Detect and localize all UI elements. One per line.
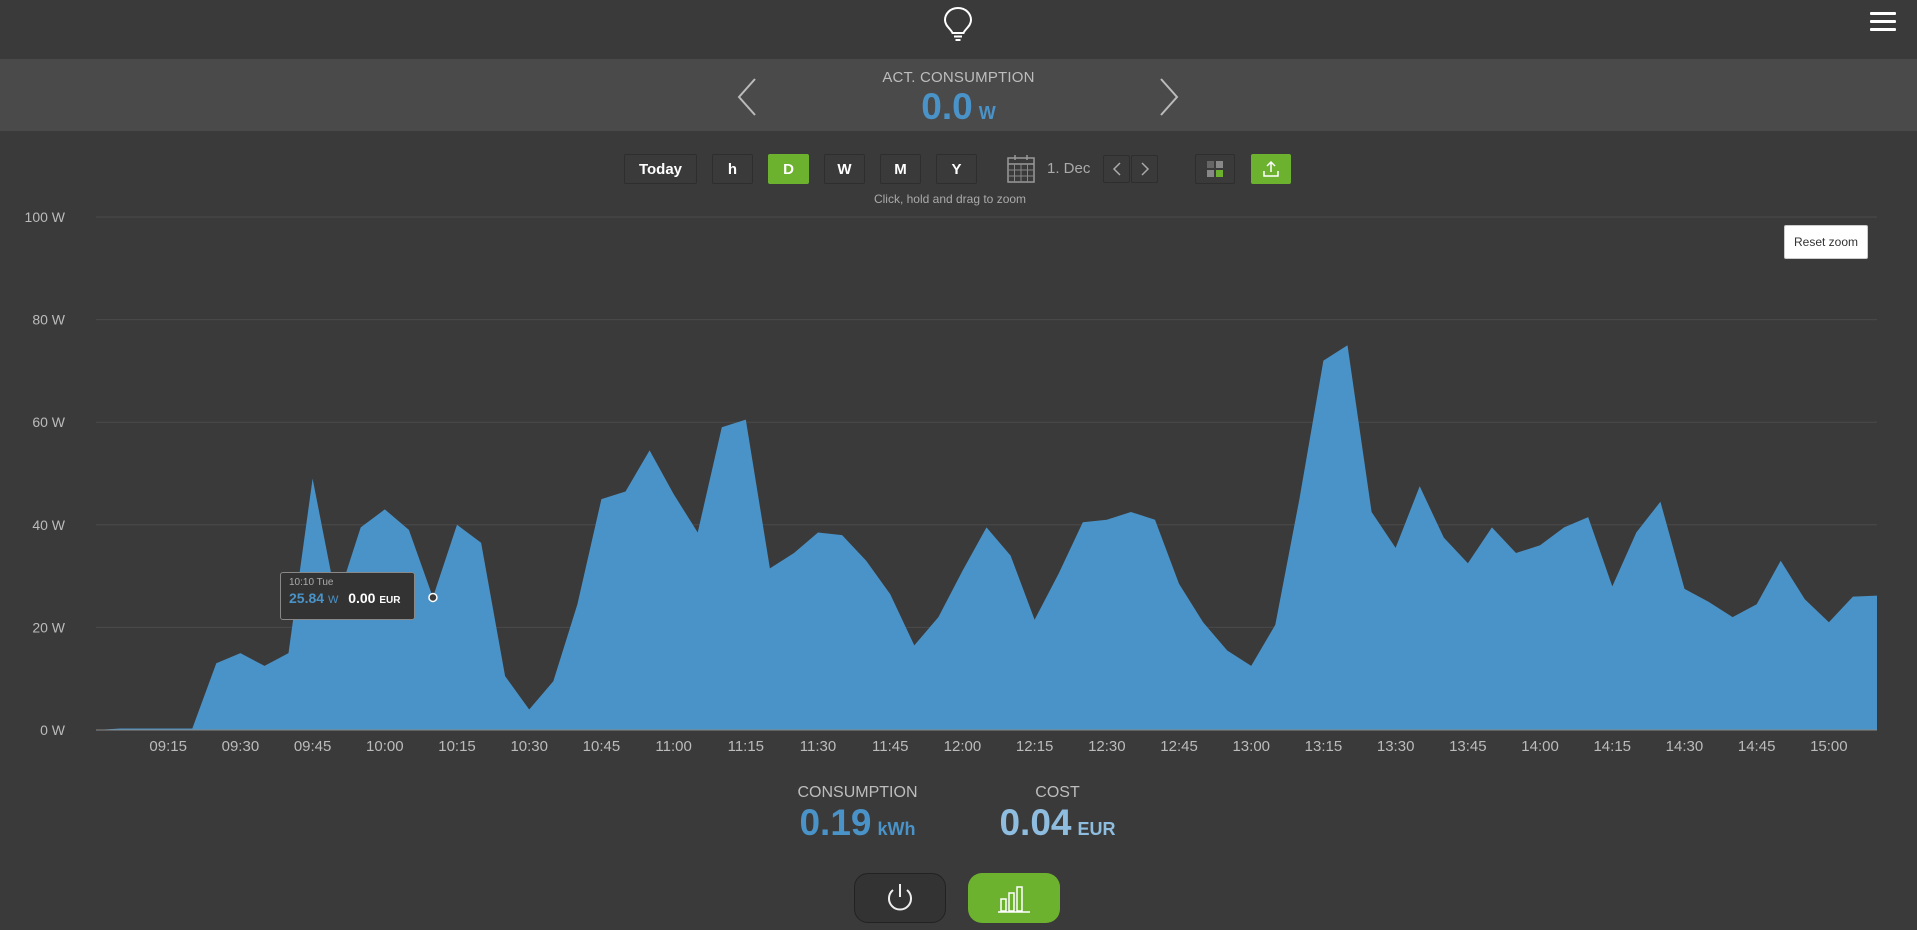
- reset-zoom-button[interactable]: Reset zoom: [1784, 225, 1868, 259]
- actual-consumption-value: 0.0 W: [0, 86, 1917, 128]
- tooltip-power: 25.84: [289, 590, 325, 606]
- calendar-icon[interactable]: [1006, 154, 1036, 184]
- period-h-button[interactable]: h: [712, 154, 753, 184]
- next-arrow-icon[interactable]: [1157, 77, 1181, 117]
- tooltip-time: 10:10 Tue: [289, 577, 334, 588]
- selected-date: 1. Dec: [1047, 160, 1091, 177]
- x-tick-label: 13:45: [1449, 738, 1487, 755]
- power-icon: [888, 884, 912, 911]
- x-tick-label: 14:45: [1738, 738, 1776, 755]
- tooltip-cost-unit: EUR: [379, 595, 401, 606]
- x-tick-label: 11:15: [728, 738, 764, 755]
- period-y-button[interactable]: Y: [936, 154, 977, 184]
- x-tick-label: 14:00: [1521, 738, 1559, 755]
- x-tick-label: 11:30: [800, 738, 836, 755]
- consumption-label: CONSUMPTION: [797, 784, 918, 801]
- x-tick-label: 10:15: [438, 738, 476, 755]
- y-tick-label: 40 W: [32, 517, 65, 533]
- x-tick-label: 12:15: [1016, 738, 1054, 755]
- chevron-left-icon: [1112, 162, 1121, 176]
- y-tick-label: 0 W: [40, 722, 66, 738]
- x-tick-label: 11:45: [872, 738, 908, 755]
- y-tick-label: 80 W: [32, 312, 65, 328]
- tooltip-cost: 0.00: [348, 590, 376, 606]
- x-tick-label: 10:00: [366, 738, 404, 755]
- today-button[interactable]: Today: [624, 154, 697, 184]
- x-tick-label: 10:30: [510, 738, 548, 755]
- top-bar: [0, 0, 1917, 58]
- export-button[interactable]: [1251, 154, 1291, 184]
- actual-consumption-number: 0.0: [921, 86, 973, 127]
- consumption-chart[interactable]: 0 W 20 W 40 W 60 W 80 W 100 W 09:15 09:30 09:45 1…: [0, 200, 1917, 760]
- x-tick-label: 13:30: [1377, 738, 1415, 755]
- cost-unit: EUR: [1077, 819, 1116, 839]
- x-tick-label: 09:30: [222, 738, 260, 755]
- cost-label: COST: [1035, 784, 1080, 801]
- x-tick-label: 14:15: [1593, 738, 1631, 755]
- actual-consumption-label: ACT. CONSUMPTION: [882, 69, 1035, 86]
- x-tick-label: 14:30: [1666, 738, 1704, 755]
- x-tick-label: 10:45: [583, 738, 621, 755]
- compare-grid-icon: [1207, 161, 1223, 177]
- x-tick-label: 13:15: [1305, 738, 1343, 755]
- power-button[interactable]: [854, 873, 946, 923]
- cost-summary: COST 0.04 EUR: [990, 784, 1125, 844]
- upload-export-icon: [1263, 160, 1279, 177]
- compare-view-button[interactable]: [1195, 154, 1235, 184]
- consumption-area: [96, 345, 1877, 730]
- x-tick-label: 09:45: [294, 738, 332, 755]
- period-d-button[interactable]: D: [768, 154, 809, 184]
- consumption-value: 0.19: [799, 802, 872, 843]
- x-tick-label: 13:00: [1232, 738, 1270, 755]
- bar-chart-icon: [998, 886, 1030, 913]
- tooltip-marker: [428, 592, 438, 603]
- period-w-button[interactable]: W: [824, 154, 865, 184]
- cost-value: 0.04: [999, 802, 1072, 843]
- lightbulb-icon: [943, 6, 973, 41]
- x-tick-label: 12:45: [1160, 738, 1198, 755]
- chevron-right-icon: [1140, 162, 1149, 176]
- y-tick-label: 20 W: [32, 619, 65, 635]
- prev-date-button[interactable]: [1103, 155, 1130, 183]
- hamburger-menu-icon[interactable]: [1870, 12, 1896, 34]
- y-tick-label: 60 W: [32, 414, 65, 430]
- x-tick-label: 11:00: [655, 738, 691, 755]
- x-tick-label: 09:15: [149, 738, 187, 755]
- period-m-button[interactable]: M: [880, 154, 921, 184]
- x-tick-label: 12:00: [944, 738, 982, 755]
- tooltip-power-unit: W: [327, 594, 339, 606]
- consumption-unit: kWh: [877, 819, 916, 839]
- y-tick-label: 100 W: [25, 209, 66, 225]
- x-tick-label: 15:00: [1810, 738, 1848, 755]
- actual-consumption-unit: W: [978, 103, 996, 123]
- chart-tooltip: 10:10 Tue 25.84 W 0.00 EUR: [280, 572, 415, 620]
- x-tick-label: 12:30: [1088, 738, 1126, 755]
- consumption-summary: CONSUMPTION 0.19 kWh: [790, 784, 925, 844]
- next-date-button[interactable]: [1131, 155, 1158, 183]
- statistics-button[interactable]: [968, 873, 1060, 923]
- actual-consumption-bar: ACT. CONSUMPTION 0.0 W: [0, 59, 1917, 131]
